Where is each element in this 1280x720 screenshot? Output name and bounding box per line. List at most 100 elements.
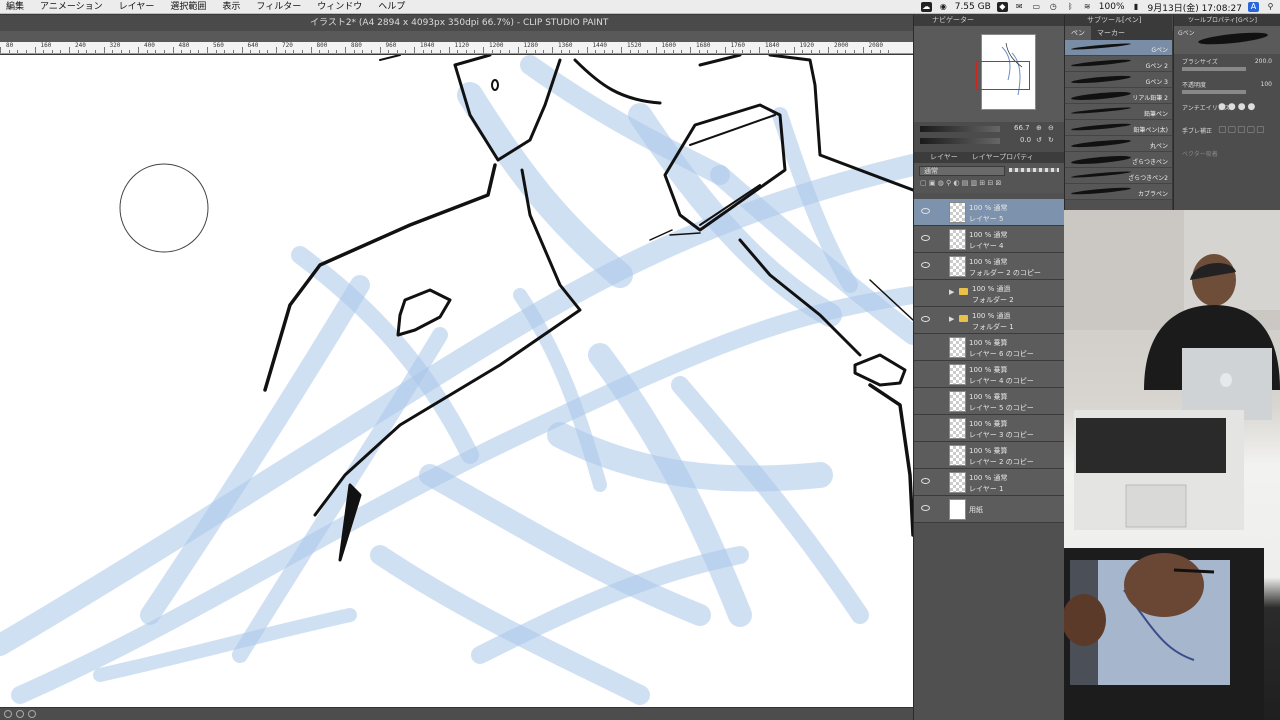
reset-icon[interactable]: [28, 710, 36, 718]
zoom-icon[interactable]: [16, 710, 24, 718]
pen-subtool-item[interactable]: ざらつきペン: [1065, 152, 1172, 168]
menu-layer[interactable]: レイヤー: [111, 0, 163, 14]
vector-snap-row[interactable]: ベクター吸着: [1174, 146, 1280, 169]
rotate-icon[interactable]: [4, 710, 12, 718]
tab-layer[interactable]: レイヤー: [930, 152, 958, 163]
pen-subtool-item[interactable]: Gペン: [1065, 40, 1172, 56]
visibility-eye-icon[interactable]: [921, 424, 930, 430]
layer-name[interactable]: フォルダー 1: [972, 322, 1014, 332]
layer-name[interactable]: レイヤー 5: [969, 214, 1003, 224]
layer-row[interactable]: 100 % 通常 フォルダー 2 のコピー: [914, 253, 1065, 280]
zoom-out-icon[interactable]: ⊖: [1048, 124, 1054, 132]
rotate-right-icon[interactable]: ↻: [1048, 136, 1054, 144]
battery-icon[interactable]: ▮: [1131, 2, 1142, 12]
menu-view[interactable]: 表示: [214, 0, 248, 14]
folder-expand-icon[interactable]: ▶: [949, 315, 954, 323]
pen-subtool-item[interactable]: Gペン 2: [1065, 56, 1172, 72]
layer-row[interactable]: 100 % 乗算 レイヤー 5 のコピー: [914, 388, 1065, 415]
screen-icon[interactable]: ▭: [1031, 2, 1042, 12]
antialias-options-icon[interactable]: ●●●●: [1218, 102, 1257, 112]
datetime[interactable]: 9月13日(金) 17:08:27: [1148, 1, 1242, 14]
visibility-eye-icon[interactable]: [921, 316, 930, 322]
stabilization-row[interactable]: 手ブレ補正 ▢▢▢▢▢: [1174, 123, 1280, 146]
ruler-tick-mark: [543, 50, 545, 53]
zoom-slider[interactable]: [920, 126, 1000, 132]
visibility-eye-icon[interactable]: [921, 505, 930, 511]
layer-row[interactable]: 100 % 乗算 レイヤー 3 のコピー: [914, 415, 1065, 442]
layer-row[interactable]: 100 % 乗算 レイヤー 2 のコピー: [914, 442, 1065, 469]
layer-name[interactable]: レイヤー 3 のコピー: [969, 430, 1034, 440]
layer-name[interactable]: 用紙: [969, 505, 983, 515]
layer-row[interactable]: ▶ 100 % 通過 フォルダー 2: [914, 280, 1065, 307]
drawing-canvas[interactable]: [0, 55, 913, 707]
layer-name[interactable]: レイヤー 1: [969, 484, 1003, 494]
visibility-eye-icon[interactable]: [921, 451, 930, 457]
layer-name[interactable]: レイヤー 5 のコピー: [969, 403, 1034, 413]
cloud-icon[interactable]: ☁: [920, 2, 932, 12]
pen-subtool-item[interactable]: 鉛筆ペン(太): [1065, 120, 1172, 136]
navigator-view-frame[interactable]: [976, 61, 1030, 90]
visibility-eye-icon[interactable]: [921, 397, 930, 403]
layer-name[interactable]: レイヤー 2 のコピー: [969, 457, 1034, 467]
opacity-slider-bar[interactable]: [1182, 90, 1246, 94]
layer-row[interactable]: ▶ 100 % 通過 フォルダー 1: [914, 307, 1065, 334]
tab-layer-property[interactable]: レイヤープロパティ: [972, 152, 1034, 163]
visibility-eye-icon[interactable]: [921, 235, 930, 241]
wifi-icon[interactable]: ≋: [1082, 2, 1093, 12]
menu-edit[interactable]: 編集: [0, 0, 32, 14]
app-icon[interactable]: ◆: [996, 2, 1008, 12]
opacity-slider[interactable]: [1009, 168, 1059, 172]
layer-name[interactable]: フォルダー 2: [972, 295, 1014, 305]
layer-name[interactable]: フォルダー 2 のコピー: [969, 268, 1041, 278]
memory-icon[interactable]: ◉: [938, 2, 949, 12]
visibility-eye-icon[interactable]: [921, 208, 930, 214]
clock-icon[interactable]: ◷: [1048, 2, 1059, 12]
menu-selection[interactable]: 選択範囲: [162, 0, 214, 14]
layer-name[interactable]: レイヤー 4: [969, 241, 1003, 251]
layer-row[interactable]: 100 % 通常 レイヤー 4: [914, 226, 1065, 253]
pen-subtool-item[interactable]: 丸ペン: [1065, 136, 1172, 152]
mail-icon[interactable]: ✉: [1014, 2, 1025, 12]
navigator-panel[interactable]: [914, 26, 1064, 122]
layer-tool-icons[interactable]: ▢ ▣ ◍ ⚲ ◐ ▤ ▥ ⊞ ⊟ ⊠: [920, 179, 1001, 187]
layer-row[interactable]: 100 % 乗算 レイヤー 4 のコピー: [914, 361, 1065, 388]
visibility-eye-icon[interactable]: [921, 289, 930, 295]
pen-subtool-item[interactable]: カブラペン: [1065, 184, 1172, 200]
layer-name[interactable]: レイヤー 6 のコピー: [969, 349, 1034, 359]
brush-size-value[interactable]: 200.0: [1255, 58, 1272, 65]
layer-row[interactable]: 100 % 通常 レイヤー 5: [914, 199, 1065, 226]
stabilization-boxes-icon[interactable]: ▢▢▢▢▢: [1218, 125, 1266, 135]
layer-name[interactable]: レイヤー 4 のコピー: [969, 376, 1034, 386]
opacity-row[interactable]: 不透明度 100: [1174, 77, 1280, 100]
rotate-slider[interactable]: [920, 138, 1000, 144]
pen-subtool-item[interactable]: Gペン 3: [1065, 72, 1172, 88]
bluetooth-icon[interactable]: ᛒ: [1065, 2, 1076, 12]
menu-help[interactable]: ヘルプ: [370, 0, 413, 14]
layer-row[interactable]: 100 % 通常 レイヤー 1: [914, 469, 1065, 496]
menu-window[interactable]: ウィンドウ: [309, 0, 370, 14]
pen-subtool-item[interactable]: 鉛筆ペン: [1065, 104, 1172, 120]
opacity-value[interactable]: 100: [1261, 81, 1272, 88]
navigator-tab[interactable]: ナビゲーター: [914, 15, 1064, 26]
brush-size-slider[interactable]: [1182, 67, 1246, 71]
tab-marker[interactable]: マーカー: [1091, 26, 1131, 40]
visibility-eye-icon[interactable]: [921, 370, 930, 376]
visibility-eye-icon[interactable]: [921, 478, 930, 484]
tab-pen[interactable]: ペン: [1065, 26, 1091, 40]
rotate-left-icon[interactable]: ↺: [1036, 136, 1042, 144]
pen-subtool-item[interactable]: ざらつきペン2: [1065, 168, 1172, 184]
visibility-eye-icon[interactable]: [921, 343, 930, 349]
menu-filter[interactable]: フィルター: [248, 0, 309, 14]
layer-row[interactable]: 用紙: [914, 496, 1065, 523]
visibility-eye-icon[interactable]: [921, 262, 930, 268]
input-mode-indicator[interactable]: A: [1248, 2, 1259, 12]
blend-mode-select[interactable]: 通常: [919, 166, 1005, 176]
menu-animation[interactable]: アニメーション: [32, 0, 111, 14]
zoom-in-icon[interactable]: ⊕: [1036, 124, 1042, 132]
spotlight-icon[interactable]: ⚲: [1265, 2, 1276, 12]
antialias-row[interactable]: アンチエイリアス ●●●●: [1174, 100, 1280, 123]
folder-expand-icon[interactable]: ▶: [949, 288, 954, 296]
pen-subtool-item[interactable]: リアル鉛筆 2: [1065, 88, 1172, 104]
brush-size-row[interactable]: ブラシサイズ 200.0: [1174, 54, 1280, 77]
layer-row[interactable]: 100 % 乗算 レイヤー 6 のコピー: [914, 334, 1065, 361]
